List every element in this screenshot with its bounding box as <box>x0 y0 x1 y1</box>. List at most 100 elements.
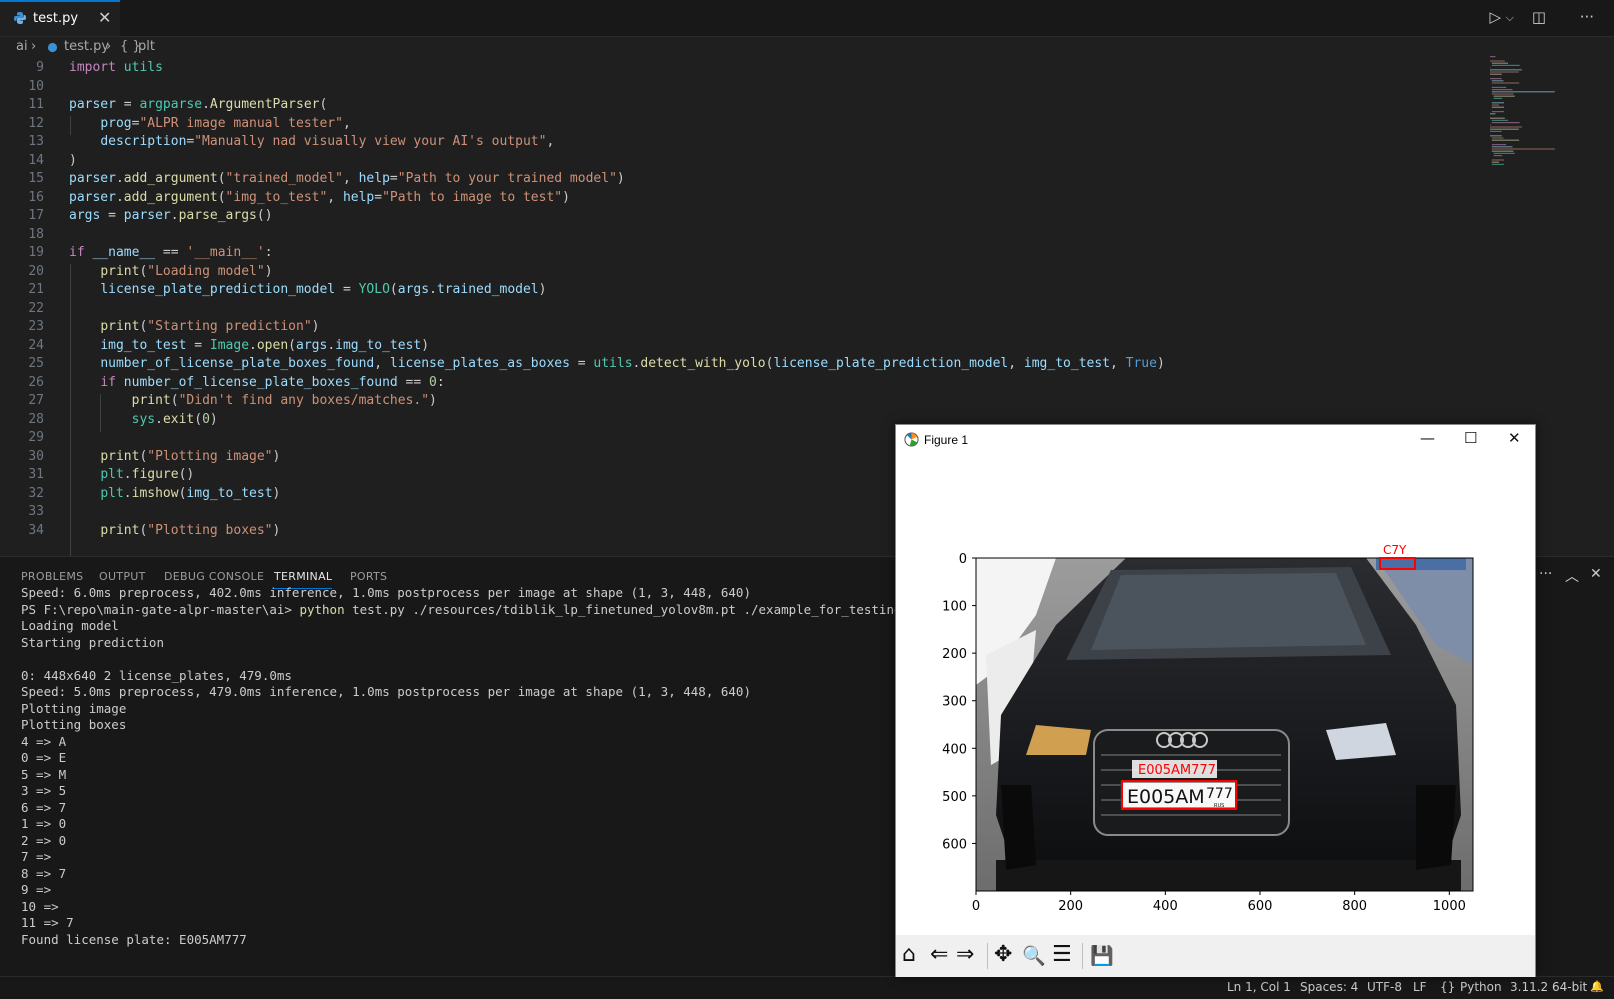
detection-label-c7y: C7Y <box>1383 543 1407 557</box>
tab-close-icon[interactable]: ✕ <box>98 8 111 27</box>
configure-icon[interactable]: ☰ <box>1052 942 1072 967</box>
minimap-line <box>1491 62 1508 64</box>
line-number: 33 <box>28 504 44 519</box>
code-line[interactable]: 22 <box>0 301 1480 320</box>
code-line[interactable]: 9 import utils <box>0 60 1480 79</box>
status-bar: Ln 1, Col 1 Spaces: 4 UTF-8 LF {} Python… <box>0 976 1614 999</box>
maximize-icon[interactable]: ☐ <box>1464 429 1477 447</box>
breadcrumb-folder[interactable]: ai <box>16 39 28 54</box>
code-line[interactable]: 17 args = parser.parse_args() <box>0 208 1480 227</box>
tab-output[interactable]: OUTPUT <box>99 570 146 583</box>
code-line[interactable]: 10 <box>0 79 1480 98</box>
code-line[interactable]: 16 parser.add_argument("img_to_test", hel… <box>0 190 1480 209</box>
maximize-panel-icon[interactable]: ︿ <box>1565 566 1579 586</box>
code-text: parser.add_argument("trained_model", hel… <box>69 171 625 186</box>
minimap-line <box>1491 163 1504 165</box>
close-icon[interactable]: ✕ <box>1508 429 1521 447</box>
code-line[interactable]: 24 img_to_test = Image.open(args.img_to_… <box>0 338 1480 357</box>
terminal-line: 0: 448x640 2 license_plates, 479.0ms <box>21 667 292 683</box>
terminal-line: 3 => 5 <box>21 783 67 798</box>
code-line[interactable]: 18 <box>0 227 1480 246</box>
figure-title-bar[interactable]: Figure 1 — ☐ ✕ <box>896 425 1535 455</box>
code-line[interactable]: 26 if number_of_license_plate_boxes_foun… <box>0 375 1480 394</box>
minimap-line <box>1491 104 1499 106</box>
breadcrumb-file[interactable]: test.py <box>64 39 109 54</box>
pan-icon[interactable]: ✥ <box>994 942 1012 967</box>
minimap-line <box>1491 144 1507 146</box>
tab-problems[interactable]: PROBLEMS <box>21 570 83 583</box>
python-file-icon <box>14 12 26 24</box>
run-menu-chevron-icon[interactable]: ⌵ <box>1506 11 1514 25</box>
code-line[interactable]: 12 prog="ALPR image manual tester", <box>0 116 1480 135</box>
y-tick-label: 500 <box>942 790 967 805</box>
terminal-line: Speed: 6.0ms preprocess, 402.0ms inferen… <box>21 585 751 600</box>
indentation[interactable]: Spaces: 4 <box>1300 980 1358 994</box>
minimap-line <box>1491 150 1514 152</box>
breadcrumb-symbol[interactable]: plt <box>138 39 155 54</box>
y-tick-label: 300 <box>942 695 967 710</box>
code-line[interactable]: 15 parser.add_argument("trained_model", h… <box>0 171 1480 190</box>
terminal-line: 11 => 7 <box>21 915 74 930</box>
code-line[interactable]: 25 number_of_license_plate_boxes_found, … <box>0 356 1480 375</box>
chevron-right-icon: › <box>106 39 112 54</box>
code-line[interactable]: 11 parser = argparse.ArgumentParser( <box>0 97 1480 116</box>
encoding[interactable]: UTF-8 <box>1367 980 1402 994</box>
tab-debug-console[interactable]: DEBUG CONSOLE <box>164 570 264 583</box>
code-text: ) <box>69 152 77 168</box>
line-number: 34 <box>28 522 44 538</box>
code-text: print("Didn't find any boxes/matches.") <box>131 393 437 408</box>
code-line[interactable]: 23 print("Starting prediction") <box>0 319 1480 338</box>
minimize-icon[interactable]: — <box>1420 429 1435 447</box>
tab-test-py[interactable]: test.py ✕ <box>0 0 120 36</box>
minimap-line <box>1491 86 1507 88</box>
line-number: 19 <box>28 245 44 260</box>
terminal-line: Plotting boxes <box>21 717 127 732</box>
terminal-line: 5 => M <box>21 766 67 782</box>
close-panel-icon[interactable]: ✕ <box>1590 566 1602 582</box>
terminal-line: 6 => 7 <box>21 799 67 815</box>
code-text: args = parser.parse_args() <box>69 208 273 223</box>
language-mode[interactable]: Python <box>1460 980 1502 994</box>
line-number: 13 <box>28 134 44 149</box>
split-editor-icon[interactable]: ◫ <box>1532 8 1546 26</box>
minimap-line <box>1491 82 1520 84</box>
run-icon[interactable]: ▷ <box>1489 8 1501 26</box>
code-line[interactable]: 20 print("Loading model") <box>0 264 1480 283</box>
figure-window: Figure 1 — ☐ ✕ E005AM 777 RUS E005AM777 … <box>895 424 1536 977</box>
y-tick-label: 400 <box>942 742 967 757</box>
figure-toolbar: ⌂ ⇐ ⇒ ✥ 🔍 ☰ 💾 <box>896 935 1535 977</box>
code-line[interactable]: 14) <box>0 153 1480 172</box>
code-line[interactable]: 21 license_plate_prediction_model = YOLO… <box>0 282 1480 301</box>
code-line[interactable]: 19 if __name__ == '__main__': <box>0 245 1480 264</box>
forward-arrow-icon[interactable]: ⇒ <box>956 942 974 967</box>
line-number: 32 <box>28 485 44 501</box>
notifications-bell-icon[interactable]: 🔔 <box>1590 980 1604 993</box>
home-icon[interactable]: ⌂ <box>902 942 916 967</box>
matplotlib-icon <box>904 432 919 447</box>
minimap[interactable] <box>1490 56 1610 168</box>
minimap-line <box>1490 78 1502 80</box>
y-tick-label: 200 <box>942 647 967 662</box>
code-line[interactable]: 27 print("Didn't find any boxes/matches.… <box>0 393 1480 412</box>
line-number: 24 <box>28 337 44 353</box>
line-number: 31 <box>28 467 44 482</box>
code-line[interactable]: 13 description="Manually nad visually vi… <box>0 134 1480 153</box>
save-icon[interactable]: 💾 <box>1090 944 1114 967</box>
back-arrow-icon[interactable]: ⇐ <box>930 942 948 967</box>
more-actions-icon[interactable]: ··· <box>1580 8 1594 26</box>
python-interpreter[interactable]: 3.11.2 64-bit <box>1510 980 1587 994</box>
line-number: 27 <box>28 393 44 408</box>
end-of-line[interactable]: LF <box>1413 980 1427 994</box>
breadcrumb: ai › test.py › { } plt <box>0 37 1614 59</box>
code-text: print("Plotting image") <box>100 448 281 464</box>
cursor-position[interactable]: Ln 1, Col 1 <box>1227 980 1291 994</box>
tab-ports[interactable]: PORTS <box>350 570 387 583</box>
figure-title: Figure 1 <box>924 433 969 447</box>
figure-canvas[interactable]: E005AM 777 RUS E005AM777 C7Y 0 200 400 600 8… <box>896 455 1535 935</box>
zoom-icon[interactable]: 🔍 <box>1022 944 1046 967</box>
more-actions-icon[interactable]: ··· <box>1539 566 1552 582</box>
minimap-line <box>1490 124 1491 126</box>
plate-text: E005AM <box>1127 786 1205 808</box>
minimap-line <box>1491 64 1520 66</box>
code-text: sys.exit(0) <box>131 411 218 427</box>
